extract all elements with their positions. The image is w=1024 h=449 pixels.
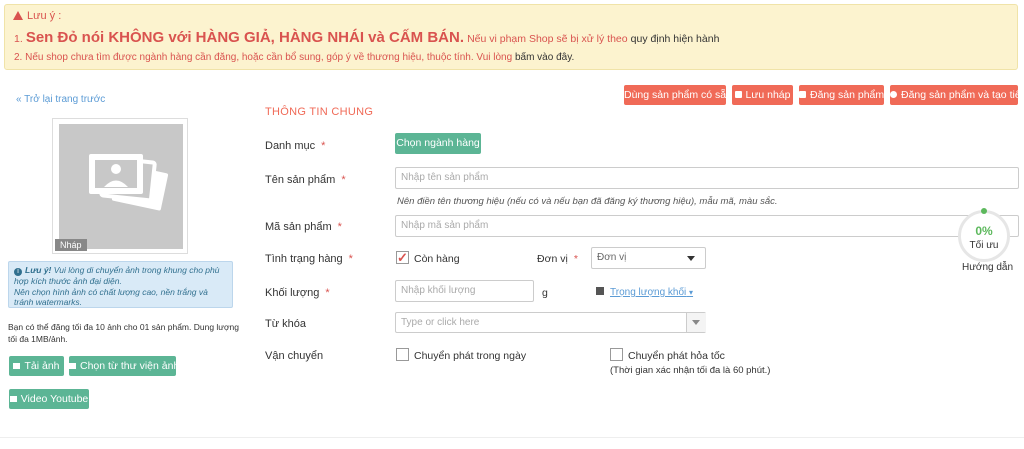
- plus-icon: [799, 91, 806, 98]
- product-name-label: Tên sản phẩm *: [265, 174, 346, 186]
- notice-headline: Sen Đỏ nói KHÔNG với HÀNG GIẢ, HÀNG NHÁI…: [25, 29, 465, 46]
- check-icon: ✓: [397, 250, 408, 265]
- weight-label: Khối lượng *: [265, 287, 330, 299]
- notice-line-1: 1. Sen Đỏ nói KHÔNG với HÀNG GIẢ, HÀNG N…: [14, 29, 720, 46]
- express-checkbox[interactable]: [610, 348, 623, 361]
- notice-title: Lưu ý :: [13, 10, 61, 22]
- choose-from-library-button[interactable]: Chọn từ thư viện ảnh: [69, 356, 179, 376]
- click-here-link[interactable]: bấm vào đây.: [515, 52, 574, 63]
- post-and-next-button[interactable]: Đăng sản phẩm và tạo tiếp: [890, 85, 1024, 105]
- draft-badge: Nháp: [55, 239, 87, 251]
- upload-limit-text: Bạn có thể đăng tối đa 10 ảnh cho 01 sản…: [8, 322, 240, 344]
- keywords-label: Từ khóa: [265, 318, 306, 330]
- optimization-label: Tối ưu: [969, 240, 999, 251]
- same-day-label: Chuyển phát trong ngày: [414, 350, 527, 362]
- video-icon: [9, 396, 17, 402]
- upload-image-button[interactable]: Tải ảnh: [9, 356, 64, 376]
- keywords-dropdown-toggle[interactable]: [686, 313, 706, 332]
- product-image-frame[interactable]: Nháp: [52, 118, 188, 254]
- keywords-input[interactable]: Type or click here: [395, 312, 706, 333]
- product-name-hint: Nên điền tên thương hiệu (nếu có và nếu …: [397, 196, 778, 207]
- unit-select[interactable]: Đơn vị: [591, 247, 706, 269]
- in-stock-checkbox[interactable]: ✓: [396, 251, 409, 264]
- express-label: Chuyển phát hỏa tốc: [628, 350, 725, 362]
- volumetric-weight-link[interactable]: Trọng lượng khối ▾: [610, 287, 693, 298]
- video-youtube-button[interactable]: Video Youtube: [9, 389, 89, 409]
- product-name-input[interactable]: Nhập tên sản phẩm: [395, 167, 1019, 189]
- optimization-percent: 0%: [975, 224, 993, 238]
- use-existing-product-button[interactable]: Dùng sản phẩm có sẵn: [624, 85, 732, 105]
- warning-icon: [13, 11, 23, 20]
- divider: [0, 437, 1024, 438]
- category-label: Danh mục *: [265, 140, 326, 152]
- express-note: (Thời gian xác nhận tối đa là 60 phút.): [610, 365, 771, 376]
- sku-input[interactable]: Nhập mã sản phẩm: [395, 215, 1019, 237]
- progress-dot: [981, 208, 987, 214]
- image-tip: i Lưu ý! Vui lòng di chuyển ảnh trong khu…: [8, 261, 233, 308]
- caret-down-icon: [692, 320, 700, 325]
- image-placeholder: [59, 124, 183, 249]
- section-title: THÔNG TIN CHUNG: [265, 106, 374, 118]
- info-icon: i: [14, 268, 22, 276]
- image-icon: [69, 363, 76, 369]
- caret-down-icon: [687, 256, 695, 261]
- weight-input[interactable]: Nhập khối lượng: [395, 280, 534, 302]
- photos-icon: [89, 154, 169, 211]
- choose-category-button[interactable]: Chọn ngành hàng: [395, 133, 481, 154]
- arrow-circle-icon: [890, 91, 897, 98]
- guide-link[interactable]: Hướng dẫn: [962, 262, 1013, 273]
- regulation-link[interactable]: quy định hiện hành: [631, 33, 720, 45]
- save-draft-button[interactable]: Lưu nháp: [732, 85, 793, 105]
- notice-line-2: 2. Nếu shop chưa tìm được ngành hàng cần…: [14, 52, 575, 63]
- box-icon: [596, 287, 604, 295]
- dropdown-icon: ▾: [689, 288, 694, 297]
- back-link[interactable]: « Trở lại trang trước: [16, 94, 105, 105]
- save-icon: [734, 91, 742, 98]
- stock-status-label: Tình trạng hàng *: [265, 253, 353, 265]
- sku-label: Mã sản phẩm *: [265, 221, 342, 233]
- post-product-button[interactable]: Đăng sản phẩm: [799, 85, 884, 105]
- same-day-checkbox[interactable]: [396, 348, 409, 361]
- unit-label: Đơn vị *: [537, 253, 578, 265]
- notice-banner: Lưu ý : 1. Sen Đỏ nói KHÔNG với HÀNG GIẢ…: [4, 4, 1018, 70]
- in-stock-label: Còn hàng: [414, 253, 460, 265]
- weight-unit: g: [542, 287, 548, 299]
- shipping-label: Vận chuyển: [265, 350, 324, 362]
- upload-icon: [13, 363, 21, 369]
